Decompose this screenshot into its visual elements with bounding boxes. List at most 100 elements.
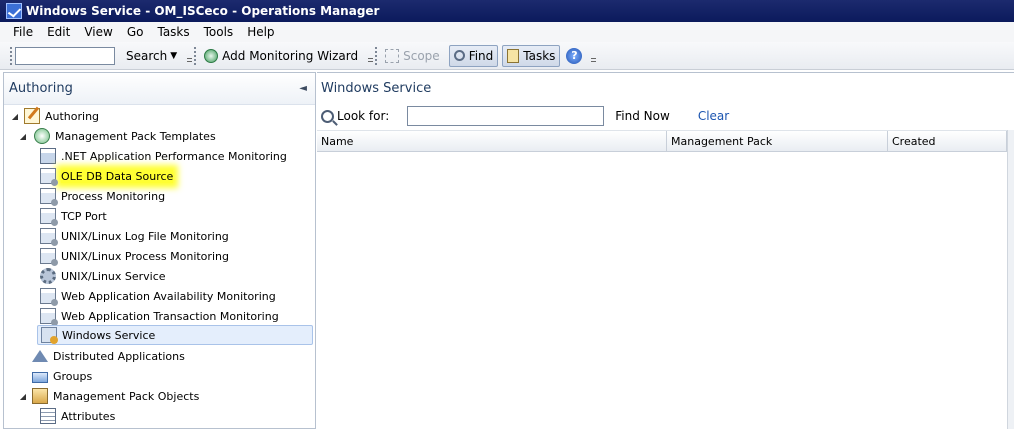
tree-item-management-pack-objects[interactable]: ◢ Management Pack Objects: [18, 386, 199, 406]
tree-item-label: .NET Application Performance Monitoring: [61, 149, 287, 163]
search-icon: [321, 109, 334, 123]
tree-item-process-monitoring[interactable]: Process Monitoring: [40, 186, 165, 206]
toolbar-grip[interactable]: [375, 46, 378, 65]
template-icon: [40, 208, 58, 226]
column-header-management-pack[interactable]: Management Pack: [667, 131, 888, 151]
find-label: Find: [468, 48, 494, 63]
navigation-title: Authoring: [9, 81, 73, 96]
tree-item-distributed-applications[interactable]: Distributed Applications: [32, 346, 185, 366]
expand-triangle-icon[interactable]: ◢: [18, 132, 28, 141]
menu-file[interactable]: File: [6, 25, 40, 39]
menu-help[interactable]: Help: [240, 25, 281, 39]
template-icon: [40, 248, 58, 266]
results-title: Windows Service: [321, 81, 432, 96]
toolbar: Search ▼ Add Monitoring Wizard Scope Fin…: [0, 42, 1014, 70]
gear-icon: [40, 268, 56, 284]
scope-label: Scope: [403, 48, 440, 63]
template-icon: [40, 188, 58, 206]
tree-item-management-pack-templates[interactable]: ◢ Management Pack Templates: [18, 126, 216, 146]
toolbar-overflow-icon[interactable]: [588, 46, 597, 66]
tree-item-label: UNIX/Linux Service: [61, 269, 166, 283]
menu-view[interactable]: View: [77, 25, 119, 39]
tree-item-label: Groups: [53, 369, 93, 383]
template-icon: [40, 288, 58, 306]
results-pane: Windows Service Look for: Find Now Clear…: [317, 72, 1014, 429]
tree-item-label: Windows Service: [62, 328, 156, 342]
search-label: Search: [126, 48, 168, 63]
tree-item-label: UNIX/Linux Process Monitoring: [61, 249, 229, 263]
tree-item-label: Distributed Applications: [53, 349, 185, 363]
menu-tools[interactable]: Tools: [197, 25, 241, 39]
tasks-label: Tasks: [523, 48, 556, 63]
scope-button[interactable]: Scope: [380, 45, 445, 67]
tree-item-label: Authoring: [45, 109, 100, 123]
tree-item-groups[interactable]: Groups: [32, 366, 92, 386]
title-bar: Windows Service - OM_ISCeco - Operations…: [0, 0, 1014, 22]
tree-item-windows-service[interactable]: Windows Service: [37, 325, 313, 345]
tree-item-unix-log-file-monitoring[interactable]: UNIX/Linux Log File Monitoring: [40, 226, 229, 246]
find-button[interactable]: Find: [448, 44, 499, 67]
menu-tasks[interactable]: Tasks: [150, 25, 196, 39]
tasks-icon: [507, 48, 520, 63]
template-group-icon: [34, 128, 50, 144]
chevron-down-icon: ▼: [170, 50, 178, 61]
tree-item-label: Management Pack Templates: [55, 129, 216, 143]
tree-item-label: UNIX/Linux Log File Monitoring: [61, 229, 229, 243]
distributed-app-icon: [32, 350, 48, 362]
menu-bar: File Edit View Go Tasks Tools Help: [0, 22, 1014, 42]
wizard-label: Add Monitoring Wizard: [222, 48, 359, 63]
results-grid-header: Name Management Pack Created: [317, 130, 1007, 152]
menu-go[interactable]: Go: [120, 25, 151, 39]
tree-item-label: Web Application Availability Monitoring: [61, 289, 276, 303]
column-header-created[interactable]: Created: [888, 131, 1007, 151]
menu-edit[interactable]: Edit: [40, 25, 77, 39]
column-header-name[interactable]: Name: [317, 131, 667, 151]
authoring-icon: [24, 108, 40, 124]
operations-manager-icon: [6, 3, 22, 19]
search-input[interactable]: [15, 46, 115, 65]
net-app-icon: [40, 148, 56, 164]
add-monitoring-wizard-button[interactable]: Add Monitoring Wizard: [199, 45, 363, 67]
expand-triangle-icon[interactable]: ◢: [10, 112, 20, 121]
toolbar-grip[interactable]: [10, 46, 13, 65]
help-icon[interactable]: ?: [566, 47, 583, 64]
find-now-button[interactable]: Find Now: [615, 109, 670, 123]
look-for-label: Look for:: [337, 109, 390, 123]
find-icon: [453, 50, 465, 61]
navigation-pane: Authoring ◄ ◢ Authoring ◢ Management Pac…: [3, 72, 316, 429]
tree-item-label: TCP Port: [61, 209, 107, 223]
toolbar-overflow-icon[interactable]: [365, 46, 374, 66]
template-icon: [40, 228, 58, 246]
tree-item-tcp-port[interactable]: TCP Port: [40, 206, 107, 226]
vertical-scrollbar[interactable]: [1007, 130, 1014, 429]
look-for-bar: Look for: Find Now Clear: [321, 105, 729, 127]
tree-item-label: OLE DB Data Source: [61, 169, 174, 183]
attributes-icon: [40, 408, 56, 424]
tree-item-net-app-monitoring[interactable]: .NET Application Performance Monitoring: [40, 146, 287, 166]
tree-item-label: Management Pack Objects: [53, 389, 200, 403]
look-for-input[interactable]: [407, 106, 605, 126]
window-title: Windows Service - OM_ISCeco - Operations…: [26, 4, 380, 18]
template-icon: [40, 308, 58, 326]
mp-objects-icon: [32, 388, 48, 404]
toolbar-grip[interactable]: [194, 46, 197, 65]
scope-icon: [385, 48, 400, 63]
wizard-icon: [204, 48, 219, 63]
tree-item-web-transaction-monitoring[interactable]: Web Application Transaction Monitoring: [40, 306, 279, 326]
tree-item-web-availability-monitoring[interactable]: Web Application Availability Monitoring: [40, 286, 276, 306]
tree-item-label: Process Monitoring: [61, 189, 166, 203]
tree-item-unix-process-monitoring[interactable]: UNIX/Linux Process Monitoring: [40, 246, 229, 266]
tree-item-ole-db-data-source[interactable]: OLE DB Data Source: [40, 166, 174, 186]
collapse-pane-icon[interactable]: ◄: [299, 83, 307, 94]
search-button[interactable]: Search ▼: [121, 45, 182, 67]
tree-item-authoring[interactable]: ◢ Authoring: [10, 106, 99, 126]
tree-item-unix-service[interactable]: UNIX/Linux Service: [40, 266, 166, 286]
template-icon: [40, 168, 58, 186]
tasks-button[interactable]: Tasks: [502, 44, 561, 67]
groups-icon: [32, 372, 48, 383]
toolbar-overflow-icon[interactable]: [184, 46, 193, 66]
clear-link[interactable]: Clear: [698, 109, 729, 123]
windows-service-icon: [41, 327, 58, 344]
expand-triangle-icon[interactable]: ◢: [18, 392, 28, 401]
tree-item-attributes[interactable]: Attributes: [40, 406, 115, 426]
